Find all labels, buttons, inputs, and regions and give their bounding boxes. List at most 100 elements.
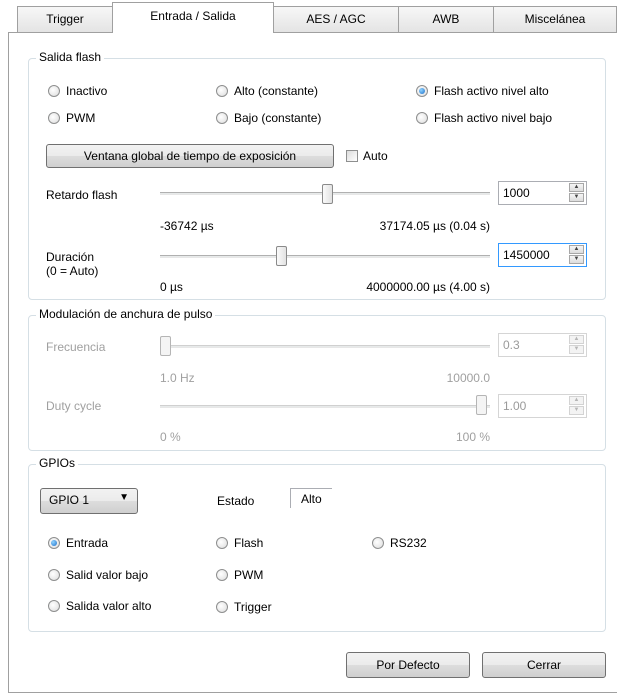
radio-indicator <box>416 112 428 124</box>
radio-gpio-entrada[interactable]: Entrada <box>48 536 108 550</box>
radio-label: Bajo (constante) <box>234 111 322 125</box>
radio-label: Entrada <box>66 536 109 550</box>
chevron-down-icon: ▼ <box>119 492 129 503</box>
frequency-label: Frecuencia <box>46 340 106 354</box>
frequency-slider-thumb[interactable] <box>160 336 171 356</box>
radio-label: Inactivo <box>66 84 108 98</box>
frequency-value: 0.3 <box>503 338 520 352</box>
tab-entrada-salida[interactable]: Entrada / Salida <box>112 2 274 33</box>
radio-label: Alto (constante) <box>234 84 319 98</box>
radio-gpio-trigger[interactable]: Trigger <box>216 600 272 614</box>
duration-max-label: 4000000.00 µs (4.00 s) <box>366 280 490 294</box>
defaults-button[interactable]: Por Defecto <box>346 652 470 678</box>
pwm-title: Modulación de anchura de pulso <box>36 307 216 321</box>
duty-cycle-slider-thumb[interactable] <box>476 395 487 415</box>
radio-gpio-pwm[interactable]: PWM <box>216 568 263 582</box>
flash-delay-spinbox[interactable]: 1000 ▲ ▼ <box>498 181 587 205</box>
checkbox-box <box>346 150 358 162</box>
duration-value: 1450000 <box>503 248 550 262</box>
flash-delay-value: 1000 <box>503 186 530 200</box>
duration-label-line2: (0 = Auto) <box>46 264 99 278</box>
radio-indicator <box>216 85 228 97</box>
auto-checkbox[interactable]: Auto <box>346 149 388 163</box>
duration-min-label: 0 µs <box>160 280 183 294</box>
tab-trigger[interactable]: Trigger <box>17 6 113 32</box>
duration-slider-track[interactable] <box>160 255 490 258</box>
spin-arrows: ▲ ▼ <box>569 396 584 416</box>
radio-gpio-rs232[interactable]: RS232 <box>372 536 427 550</box>
radio-label: Flash activo nivel alto <box>434 84 549 98</box>
radio-label: Salida valor alto <box>66 599 152 613</box>
duty-cycle-spinbox[interactable]: 1.00 ▲ ▼ <box>498 394 587 418</box>
flash-output-title: Salida flash <box>36 50 105 64</box>
panel-left-border <box>8 32 9 693</box>
tab-awb[interactable]: AWB <box>398 6 494 32</box>
spin-down-icon[interactable]: ▼ <box>569 345 584 354</box>
tab-miscelanea[interactable]: Miscelánea <box>493 6 617 32</box>
radio-indicator <box>216 601 228 613</box>
frequency-min-label: 1.0 Hz <box>160 371 195 385</box>
frequency-spinbox[interactable]: 0.3 ▲ ▼ <box>498 333 587 357</box>
spin-up-icon[interactable]: ▲ <box>569 183 584 192</box>
radio-label: PWM <box>66 111 96 125</box>
radio-indicator <box>48 85 60 97</box>
radio-gpio-flash[interactable]: Flash <box>216 536 263 550</box>
duty-cycle-max-label: 100 % <box>455 430 490 444</box>
duration-label-line1: Duración <box>46 250 95 264</box>
radio-bajo-constante[interactable]: Bajo (constante) <box>216 111 321 125</box>
gpios-title: GPIOs <box>36 456 79 470</box>
gpio-select[interactable]: GPIO 1 ▼ <box>40 488 138 514</box>
radio-flash-activo-nivel-alto[interactable]: Flash activo nivel alto <box>416 84 549 98</box>
radio-label: PWM <box>234 568 264 582</box>
frequency-slider-track[interactable] <box>160 345 490 348</box>
radio-indicator-selected <box>48 537 60 549</box>
spin-down-icon[interactable]: ▼ <box>569 406 584 415</box>
radio-inactivo[interactable]: Inactivo <box>48 84 107 98</box>
radio-pwm[interactable]: PWM <box>48 111 95 125</box>
duty-cycle-slider-track[interactable] <box>160 405 490 408</box>
tab-panel-border <box>8 32 617 33</box>
duration-spinbox[interactable]: 1450000 ▲ ▼ <box>498 243 587 267</box>
radio-label: Flash activo nivel bajo <box>434 111 553 125</box>
spin-up-icon[interactable]: ▲ <box>569 245 584 254</box>
tab-aes-agc[interactable]: AES / AGC <box>273 6 399 32</box>
radio-indicator <box>216 112 228 124</box>
spin-arrows: ▲ ▼ <box>569 335 584 355</box>
gpio-state-value-box: Alto <box>290 488 332 508</box>
flash-delay-min-label: -36742 µs <box>160 219 214 233</box>
spin-up-icon[interactable]: ▲ <box>569 396 584 405</box>
close-button[interactable]: Cerrar <box>482 652 606 678</box>
gpio-select-value: GPIO 1 <box>49 493 90 507</box>
duration-slider-thumb[interactable] <box>276 246 287 266</box>
radio-label: Trigger <box>234 600 272 614</box>
radio-alto-constante[interactable]: Alto (constante) <box>216 84 318 98</box>
radio-indicator <box>48 600 60 612</box>
spin-arrows: ▲ ▼ <box>569 245 584 265</box>
radio-indicator <box>48 112 60 124</box>
radio-indicator <box>216 537 228 549</box>
gpio-state-value: Alto <box>301 492 322 506</box>
radio-flash-activo-nivel-bajo[interactable]: Flash activo nivel bajo <box>416 111 552 125</box>
radio-indicator <box>48 569 60 581</box>
spin-up-icon[interactable]: ▲ <box>569 335 584 344</box>
radio-indicator <box>372 537 384 549</box>
radio-indicator-selected <box>416 85 428 97</box>
radio-label: RS232 <box>390 536 427 550</box>
duty-cycle-value: 1.00 <box>503 399 527 413</box>
radio-gpio-salida-valor-bajo[interactable]: Salid valor bajo <box>48 568 148 582</box>
flash-delay-max-label: 37174.05 µs (0.04 s) <box>379 219 490 233</box>
gpio-state-label: Estado <box>217 494 255 508</box>
radio-indicator <box>216 569 228 581</box>
spin-down-icon[interactable]: ▼ <box>569 193 584 202</box>
tab-strip: Trigger Entrada / Salida AES / AGC AWB M… <box>0 0 617 33</box>
spin-down-icon[interactable]: ▼ <box>569 255 584 264</box>
flash-delay-label: Retardo flash <box>46 188 118 202</box>
frequency-max-label: 10000.0 <box>446 371 490 385</box>
radio-label: Flash <box>234 536 264 550</box>
radio-gpio-salida-valor-alto[interactable]: Salida valor alto <box>48 599 151 613</box>
spin-arrows: ▲ ▼ <box>569 183 584 203</box>
global-exposure-window-button[interactable]: Ventana global de tiempo de exposición <box>46 144 334 168</box>
duty-cycle-min-label: 0 % <box>160 430 181 444</box>
flash-delay-slider-thumb[interactable] <box>322 184 333 204</box>
checkbox-label: Auto <box>363 149 388 163</box>
